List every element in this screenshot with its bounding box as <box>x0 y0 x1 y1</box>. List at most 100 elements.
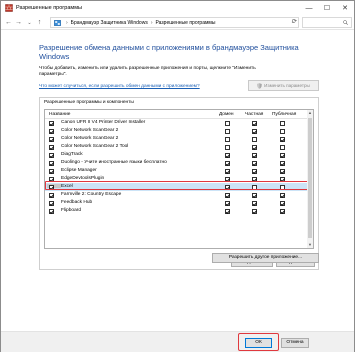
list-item[interactable]: Feedback Hub <box>45 199 313 207</box>
breadcrumb-firewall[interactable]: Брандмауэр Защитника Windows <box>71 20 148 26</box>
scroll-thumb[interactable] <box>308 118 312 238</box>
private-checkbox[interactable] <box>252 208 257 214</box>
domain-checkbox[interactable] <box>225 208 230 214</box>
list-item[interactable]: Farmville 2: Country Escape <box>45 191 313 199</box>
enabled-checkbox[interactable] <box>49 120 54 126</box>
public-checkbox[interactable] <box>280 152 285 158</box>
enabled-checkbox[interactable] <box>49 168 54 174</box>
page-title: Разрешение обмена данными с приложениями… <box>39 43 299 61</box>
close-button[interactable]: ✕ <box>336 1 354 15</box>
public-checkbox[interactable] <box>280 120 285 126</box>
domain-checkbox[interactable] <box>225 120 230 126</box>
domain-checkbox[interactable] <box>225 128 230 134</box>
program-name: Color Network ScanGear 2 <box>61 136 119 141</box>
public-checkbox[interactable] <box>280 168 285 174</box>
refresh-icon[interactable]: ⟳ <box>292 18 297 25</box>
private-checkbox[interactable] <box>252 128 257 134</box>
public-checkbox[interactable] <box>280 136 285 142</box>
domain-checkbox[interactable] <box>225 136 230 142</box>
enabled-checkbox[interactable] <box>49 160 54 166</box>
breadcrumb-separator: › <box>150 19 153 26</box>
title-bar: Разрешенные программы — ☐ ✕ <box>1 1 354 15</box>
program-name: Canon UFR II V4 Printer Driver Installer <box>61 120 146 125</box>
up-arrow-icon[interactable]: ↑ <box>35 18 44 27</box>
domain-checkbox[interactable] <box>225 144 230 150</box>
ok-button[interactable]: ОК <box>245 338 272 348</box>
column-name[interactable]: Название <box>49 111 70 118</box>
uac-shield-icon <box>257 82 262 89</box>
allow-other-app-button[interactable]: Разрешить другое приложение... <box>212 253 319 263</box>
private-checkbox[interactable] <box>252 200 257 206</box>
domain-checkbox[interactable] <box>225 192 230 198</box>
list-item[interactable]: Color Network ScanGear 2 Tool <box>45 143 313 151</box>
window-controls: — ☐ ✕ <box>300 1 354 15</box>
program-name: Duolingo - Учите иностранные языки беспл… <box>61 160 167 165</box>
change-settings-button[interactable]: Изменить параметры <box>248 80 319 91</box>
back-arrow-icon[interactable]: ← <box>4 18 13 27</box>
private-checkbox[interactable] <box>252 152 257 158</box>
public-checkbox[interactable] <box>280 160 285 166</box>
private-checkbox[interactable] <box>252 160 257 166</box>
list-item[interactable]: Color Network ScanGear 2 <box>45 127 313 135</box>
breadcrumb-allowed-apps[interactable]: Разрешенные программы <box>156 20 216 26</box>
domain-checkbox[interactable] <box>225 200 230 206</box>
enabled-checkbox[interactable] <box>49 136 54 142</box>
list-item[interactable]: Flipboard <box>45 207 313 215</box>
program-name: Color Network ScanGear 2 <box>61 128 119 133</box>
enabled-checkbox[interactable] <box>49 208 54 214</box>
program-name: Eclipse Manager <box>61 168 97 173</box>
enabled-checkbox[interactable] <box>49 152 54 158</box>
public-checkbox[interactable] <box>280 192 285 198</box>
control-panel-icon <box>54 19 61 26</box>
firewall-icon <box>5 4 13 12</box>
group-label: Разрешенные программы и компоненты <box>44 100 134 105</box>
minimize-button[interactable]: — <box>300 1 318 15</box>
column-domain[interactable]: Домен <box>219 111 234 118</box>
programs-list[interactable]: Название Домен Частная Публичная Canon U… <box>44 109 314 249</box>
private-checkbox[interactable] <box>252 136 257 142</box>
private-checkbox[interactable] <box>252 120 257 126</box>
enabled-checkbox[interactable] <box>49 144 54 150</box>
cancel-button[interactable]: Отмена <box>281 338 309 348</box>
private-checkbox[interactable] <box>252 144 257 150</box>
change-settings-label: Изменить параметры <box>264 83 310 88</box>
page-description: Чтобы добавить, изменить или удалить раз… <box>39 66 256 77</box>
list-item[interactable]: Duolingo - Учите иностранные языки беспл… <box>45 159 313 167</box>
domain-checkbox[interactable] <box>225 160 230 166</box>
search-input[interactable] <box>302 17 352 28</box>
program-name: Farmville 2: Country Escape <box>61 192 122 197</box>
window-title: Разрешенные программы <box>16 5 82 11</box>
list-item[interactable]: Canon UFR II V4 Printer Driver Installer <box>45 119 313 127</box>
address-field[interactable]: › Брандмауэр Защитника Windows › Разреше… <box>50 17 299 28</box>
private-checkbox[interactable] <box>252 168 257 174</box>
maximize-button[interactable]: ☐ <box>318 1 336 15</box>
breadcrumb-separator: › <box>66 19 68 26</box>
public-checkbox[interactable] <box>280 128 285 134</box>
enabled-checkbox[interactable] <box>49 192 54 198</box>
public-checkbox[interactable] <box>280 144 285 150</box>
enabled-checkbox[interactable] <box>49 128 54 134</box>
public-checkbox[interactable] <box>280 200 285 206</box>
public-checkbox[interactable] <box>280 208 285 214</box>
enabled-checkbox[interactable] <box>49 200 54 206</box>
private-checkbox[interactable] <box>252 192 257 198</box>
excel-row-highlight <box>45 181 313 190</box>
column-public[interactable]: Публичная <box>272 111 296 118</box>
program-name: Flipboard <box>61 208 81 213</box>
risk-info-link[interactable]: Что может случиться, если разрешить обме… <box>39 84 200 89</box>
forward-arrow-icon[interactable]: → <box>14 18 23 27</box>
allowed-apps-window: Разрешенные программы — ☐ ✕ ← → ⌄ ↑ › Бр… <box>0 0 355 352</box>
domain-checkbox[interactable] <box>225 152 230 158</box>
domain-checkbox[interactable] <box>225 168 230 174</box>
list-scrollbar[interactable]: ▲ ▼ <box>307 110 313 248</box>
list-item[interactable]: DiagTrack <box>45 151 313 159</box>
list-item[interactable]: Eclipse Manager <box>45 167 313 175</box>
scroll-down-icon[interactable]: ▼ <box>307 242 313 248</box>
search-icon <box>343 20 348 25</box>
column-private[interactable]: Частная <box>245 111 263 118</box>
address-bar: ← → ⌄ ↑ › Брандмауэр Защитника Windows ›… <box>1 15 354 30</box>
recent-dropdown-icon[interactable]: ⌄ <box>25 18 34 27</box>
scroll-up-icon[interactable]: ▲ <box>307 110 313 116</box>
list-header: Название Домен Частная Публичная <box>45 110 313 119</box>
list-item[interactable]: Color Network ScanGear 2 <box>45 135 313 143</box>
